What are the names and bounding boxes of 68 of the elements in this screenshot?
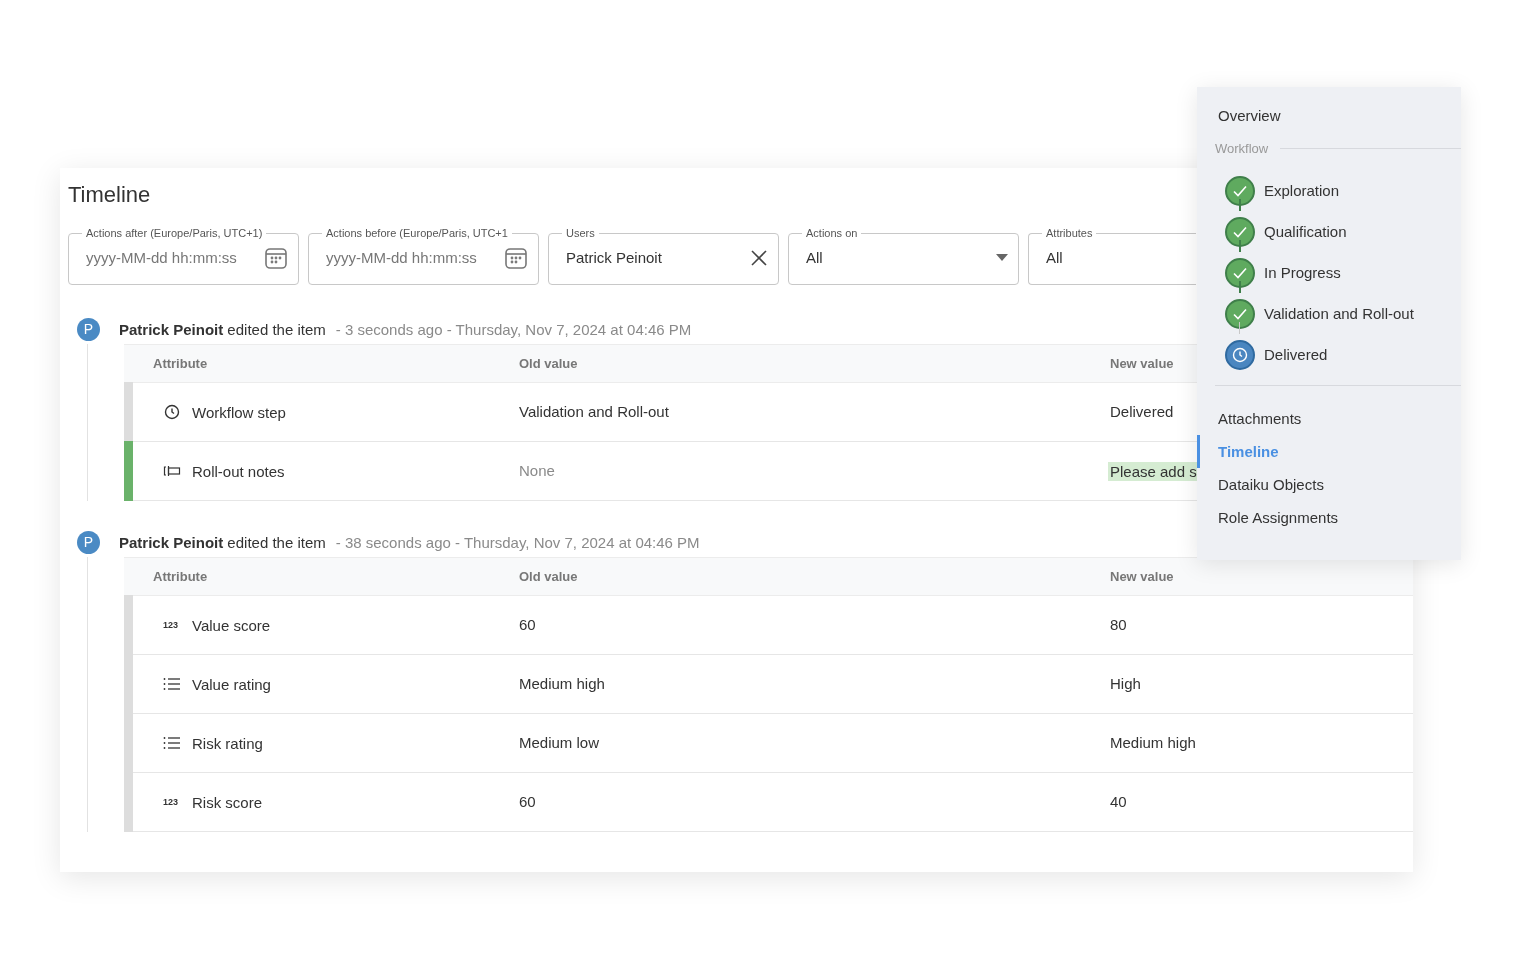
field-label: Users [565, 227, 596, 239]
close-icon[interactable] [750, 248, 768, 267]
table-cell: 60 [519, 615, 536, 633]
table-cell: Delivered [1110, 402, 1174, 420]
column-header: Attribute [152, 356, 209, 371]
calendar-icon[interactable] [264, 245, 288, 270]
date-field[interactable]: Actions after (Europe/Paris, UTC+1) yyyy-MM-dd hh:mm:ss [68, 227, 299, 285]
workflow-step: In Progress [1264, 264, 1341, 281]
nav-item[interactable]: Dataiku Objects [1197, 468, 1461, 501]
table-cell: Value score [192, 616, 271, 634]
workflow-step: Exploration [1264, 182, 1340, 199]
field-label: Actions on [805, 227, 859, 239]
field-value[interactable]: yyyy-MM-dd hh:mm:ss [86, 249, 258, 266]
column-header: New value [1110, 569, 1175, 584]
page-title: Timeline [68, 182, 151, 208]
caret-icon[interactable] [996, 254, 1008, 261]
clock-circle-icon [1225, 339, 1255, 370]
field-value[interactable]: All [806, 249, 990, 266]
column-header: Attribute [152, 569, 209, 584]
table-cell: Medium high [1110, 733, 1196, 751]
user-avatar: P [77, 317, 100, 341]
check-circle-icon [1225, 298, 1255, 329]
event-time: - 38 seconds ago - Thursday, Nov 7, 2024 at 04:46 PM [335, 533, 700, 551]
table-cell: None [519, 461, 555, 479]
table-cell: 80 [1110, 615, 1127, 633]
number-icon: 123 [163, 797, 181, 807]
table-cell: Medium high [519, 674, 605, 692]
list-icon [163, 677, 181, 691]
table-cell: Roll-out notes [192, 462, 285, 480]
column-header: Old value [519, 569, 579, 584]
select-field[interactable]: Actions on All [788, 227, 1019, 285]
workflow-step: Qualification [1264, 223, 1347, 240]
user-avatar: P [77, 530, 100, 554]
event-summary: Patrick Peinoit edited the item [119, 533, 326, 551]
field-label: Actions before (Europe/Paris, UTC+1 [325, 227, 509, 239]
table-cell: 60 [519, 792, 536, 810]
table-cell: Value rating [192, 675, 271, 693]
nav-item[interactable]: Attachments [1197, 402, 1461, 435]
table-cell: Risk score [192, 793, 262, 811]
event-time: - 3 seconds ago - Thursday, Nov 7, 2024 at 04:46 PM [335, 320, 692, 338]
number-icon: 123 [163, 620, 181, 630]
added-text: Please add s [1108, 461, 1199, 481]
table-cell: 40 [1110, 792, 1127, 810]
input-field[interactable]: Attributes All [1028, 227, 1196, 285]
table-cell: High [1110, 674, 1141, 692]
column-header: New value [1110, 356, 1175, 371]
calendar-icon[interactable] [504, 245, 528, 270]
field-label: Actions after (Europe/Paris, UTC+1) [85, 227, 264, 239]
workflow-step: Validation and Roll-out [1264, 305, 1414, 322]
table-cell: Workflow step [192, 403, 286, 421]
column-header: Old value [519, 356, 579, 371]
table-cell: Validation and Roll-out [519, 402, 669, 420]
workflow-step: Delivered [1264, 346, 1328, 363]
input-field[interactable]: Users Patrick Peinoit [548, 227, 779, 285]
event-summary: Patrick Peinoit edited the item [119, 320, 326, 338]
table-cell: Risk rating [192, 734, 263, 752]
clock-icon [164, 404, 180, 420]
nav-item[interactable]: Overview [1197, 99, 1461, 132]
field-value[interactable]: yyyy-MM-dd hh:mm:ss [326, 249, 498, 266]
field-label: Attributes [1045, 227, 1094, 239]
date-field[interactable]: Actions before (Europe/Paris, UTC+1 yyyy-MM-dd hh:mm:ss [308, 227, 539, 285]
field-value[interactable]: All [1046, 249, 1186, 266]
nav-item[interactable]: Role Assignments [1197, 501, 1461, 534]
table-cell: Medium low [519, 733, 600, 751]
list-icon [163, 736, 181, 750]
text-field-icon [163, 465, 181, 477]
field-value[interactable]: Patrick Peinoit [566, 249, 744, 266]
section-heading: Workflow [1215, 141, 1269, 156]
